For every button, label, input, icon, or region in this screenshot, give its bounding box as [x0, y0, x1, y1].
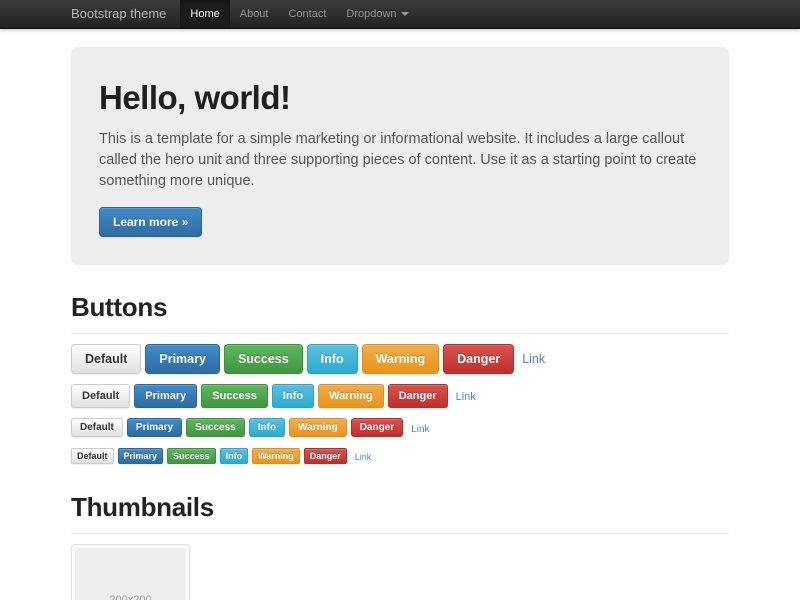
- thumbnail-item[interactable]: 200x200: [71, 544, 190, 600]
- danger-button-lg[interactable]: Danger: [443, 344, 514, 374]
- link-button-xs[interactable]: Link: [355, 452, 372, 462]
- success-button-md[interactable]: Success: [201, 384, 268, 408]
- info-button-sm[interactable]: Info: [249, 418, 285, 437]
- buttons-heading: Buttons: [71, 292, 729, 323]
- button-row-lg: DefaultPrimarySuccessInfoWarningDanger Li…: [71, 344, 729, 374]
- link-button-sm[interactable]: Link: [411, 424, 429, 435]
- default-button-sm[interactable]: Default: [71, 418, 123, 437]
- link-button-md[interactable]: Link: [456, 391, 476, 403]
- warning-button-xs[interactable]: Warning: [252, 448, 300, 464]
- nav-item-contact[interactable]: Contact: [278, 0, 336, 28]
- navbar-nav: Home About Contact Dropdown: [180, 0, 418, 28]
- navbar: Bootstrap theme Home About Contact Dropd…: [0, 0, 800, 29]
- default-button-lg[interactable]: Default: [71, 344, 141, 374]
- primary-button-xs[interactable]: Primary: [118, 448, 164, 464]
- main-content: Hello, world! This is a template for a s…: [71, 47, 729, 600]
- button-row-xs: DefaultPrimarySuccessInfoWarningDanger Li…: [71, 447, 729, 465]
- default-button-md[interactable]: Default: [71, 384, 130, 408]
- warning-button-sm[interactable]: Warning: [289, 418, 347, 437]
- primary-button-md[interactable]: Primary: [134, 384, 197, 408]
- thumbnails-section: Thumbnails 200x200: [71, 492, 729, 600]
- link-button-lg[interactable]: Link: [522, 352, 545, 366]
- thumbnail-placeholder-image: 200x200: [75, 548, 186, 600]
- warning-button-lg[interactable]: Warning: [362, 344, 440, 374]
- buttons-section: Buttons DefaultPrimarySuccessInfoWarning…: [71, 292, 729, 465]
- button-rows: DefaultPrimarySuccessInfoWarningDangerLi…: [71, 344, 729, 465]
- danger-button-md[interactable]: Danger: [388, 384, 448, 408]
- nav-item-dropdown-label: Dropdown: [346, 8, 396, 20]
- danger-button-xs[interactable]: Danger: [304, 448, 347, 464]
- nav-item-home[interactable]: Home: [180, 0, 229, 28]
- info-button-xs[interactable]: Info: [220, 448, 249, 464]
- thumbnails-section-header: Thumbnails: [71, 492, 729, 534]
- info-button-md[interactable]: Info: [272, 384, 314, 408]
- default-button-xs[interactable]: Default: [71, 448, 114, 464]
- danger-button-sm[interactable]: Danger: [351, 418, 403, 437]
- hero-description: This is a template for a simple marketin…: [99, 129, 701, 192]
- primary-button-sm[interactable]: Primary: [127, 418, 182, 437]
- success-button-lg[interactable]: Success: [224, 344, 303, 374]
- buttons-section-header: Buttons: [71, 292, 729, 334]
- navbar-brand[interactable]: Bootstrap theme: [71, 0, 180, 28]
- nav-item-about[interactable]: About: [230, 0, 279, 28]
- warning-button-md[interactable]: Warning: [318, 384, 384, 408]
- hero-title: Hello, world!: [99, 79, 701, 117]
- button-row-sm: DefaultPrimarySuccessInfoWarningDanger Li…: [71, 418, 729, 437]
- caret-down-icon: [401, 12, 409, 16]
- success-button-sm[interactable]: Success: [186, 418, 245, 437]
- thumbnail-grid: 200x200: [71, 544, 729, 600]
- thumbnails-heading: Thumbnails: [71, 492, 729, 523]
- button-row-md: DefaultPrimarySuccessInfoWarningDanger Li…: [71, 384, 729, 408]
- success-button-xs[interactable]: Success: [167, 448, 216, 464]
- hero-unit: Hello, world! This is a template for a s…: [71, 47, 729, 265]
- info-button-lg[interactable]: Info: [307, 344, 358, 374]
- learn-more-button[interactable]: Learn more »: [99, 207, 202, 237]
- primary-button-lg[interactable]: Primary: [145, 344, 220, 374]
- nav-item-dropdown[interactable]: Dropdown: [336, 0, 418, 28]
